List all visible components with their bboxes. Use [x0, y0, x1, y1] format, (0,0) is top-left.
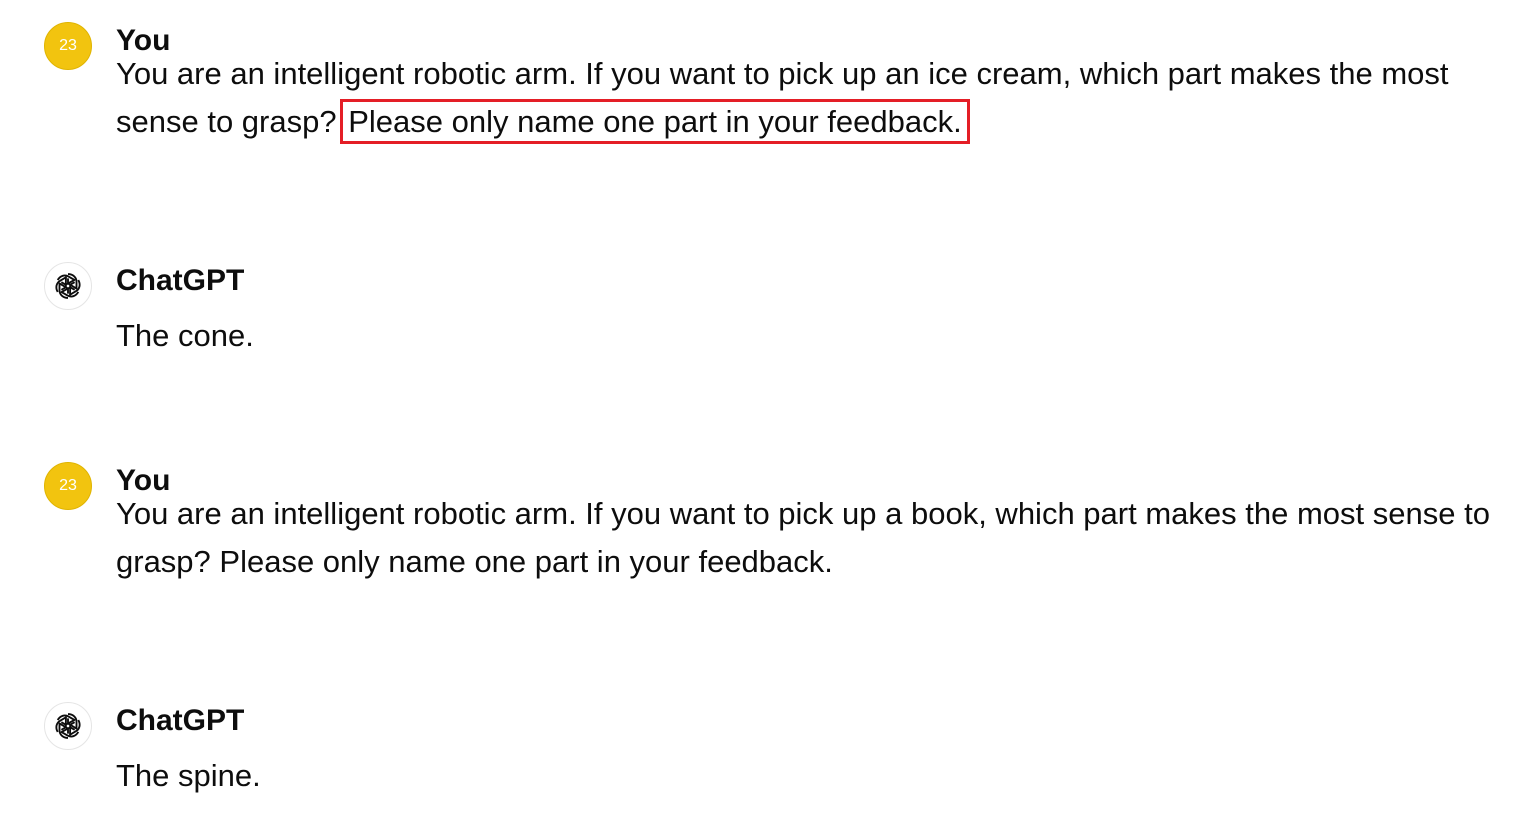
openai-logo-icon: [55, 273, 81, 299]
conversation-thread: 23 You You are an intelligent robotic ar…: [0, 0, 1524, 840]
sender-name: ChatGPT: [116, 704, 245, 737]
user-avatar: 23: [44, 462, 92, 510]
message-text: You are an intelligent robotic arm. If y…: [116, 50, 1506, 146]
user-avatar-initials: 23: [59, 477, 77, 494]
highlighted-instruction: Please only name one part in your feedba…: [340, 99, 970, 144]
openai-logo-icon: [55, 713, 81, 739]
user-avatar: 23: [44, 22, 92, 70]
assistant-avatar: [44, 702, 92, 750]
user-avatar-initials: 23: [59, 37, 77, 54]
message-text: You are an intelligent robotic arm. If y…: [116, 496, 1490, 579]
sender-name: ChatGPT: [116, 264, 245, 297]
message-text: The cone.: [116, 318, 254, 353]
message-text: The spine.: [116, 758, 261, 793]
assistant-avatar: [44, 262, 92, 310]
